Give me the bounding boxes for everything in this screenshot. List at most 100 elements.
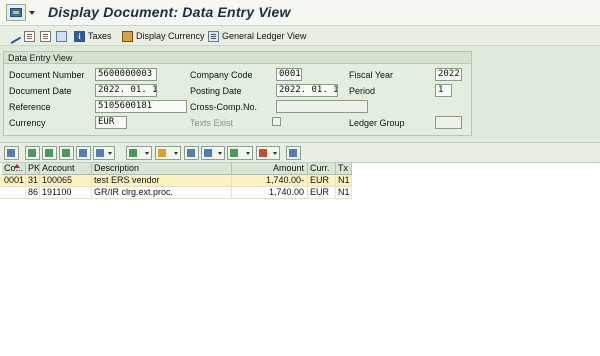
texts-exist-label: Texts Exist xyxy=(190,118,234,128)
first-page-icon xyxy=(28,149,36,157)
period-field[interactable]: 1 xyxy=(435,84,452,97)
sum-button[interactable] xyxy=(126,146,152,160)
document-date-field[interactable]: 2022. 01. 13 xyxy=(95,84,157,97)
layout-button[interactable] xyxy=(256,146,280,160)
cross-comp-no-field[interactable] xyxy=(276,100,368,113)
cell-currency: EUR xyxy=(308,187,336,199)
group-title: Data Entry View xyxy=(4,52,471,64)
cell-company-code: 0001 xyxy=(4,175,26,187)
copy-icon xyxy=(40,30,51,42)
previous-button[interactable] xyxy=(42,146,57,160)
cell-company-code xyxy=(2,187,26,199)
chevron-down-icon xyxy=(218,152,222,155)
data-entry-view-group: Data Entry View Document Number 56000000… xyxy=(3,51,472,136)
column-header-tax[interactable]: Tx xyxy=(336,163,352,175)
grid-toolbar xyxy=(0,143,600,163)
reference-field[interactable]: 5105600181 xyxy=(95,100,187,113)
column-header-amount[interactable]: Amount xyxy=(232,163,308,175)
first-page-button[interactable] xyxy=(25,146,40,160)
general-ledger-view-button[interactable]: General Ledger View xyxy=(208,29,306,43)
line-items-area: Co... PK Account Description Amount Curr… xyxy=(0,142,600,356)
cell-pk: 86 xyxy=(28,187,40,199)
texts-exist-checkbox xyxy=(272,117,281,126)
chevron-down-icon xyxy=(273,152,277,155)
layout-icon xyxy=(259,149,267,157)
subtotal-icon xyxy=(158,149,166,157)
display-currency-label: Display Currency xyxy=(136,31,205,41)
document-icon xyxy=(24,30,35,42)
taxes-button[interactable]: i Taxes xyxy=(74,29,112,43)
sum-icon xyxy=(129,149,137,157)
magnifier-icon xyxy=(7,149,15,157)
information-button[interactable] xyxy=(286,146,301,160)
print-icon xyxy=(56,30,67,42)
reference-label: Reference xyxy=(9,102,51,112)
currency-label: Currency xyxy=(9,118,46,128)
find-button[interactable] xyxy=(76,146,91,160)
column-marker-icon xyxy=(14,164,20,168)
cell-amount: 1,740.00 xyxy=(232,187,308,199)
cell-currency: EUR xyxy=(308,175,336,187)
print-icon xyxy=(187,149,195,157)
cell-description: GR/IR clrg.ext.proc. xyxy=(92,187,232,199)
fiscal-year-label: Fiscal Year xyxy=(349,70,394,80)
application-toolbar: i Taxes Display Currency General Ledger … xyxy=(0,26,600,46)
company-code-field[interactable]: 0001 xyxy=(276,68,302,81)
print-list-button[interactable] xyxy=(184,146,199,160)
table-row[interactable]: 86 191100 GR/IR clrg.ext.proc. 1,740.00 … xyxy=(0,187,352,199)
sap-menu-icon xyxy=(10,8,22,17)
general-ledger-view-label: General Ledger View xyxy=(222,31,307,41)
currency-icon xyxy=(122,30,133,42)
filter-icon xyxy=(96,149,104,157)
fiscal-year-field[interactable]: 2022 xyxy=(435,68,462,81)
ledger-group-label: Ledger Group xyxy=(349,118,405,128)
glasses-icon xyxy=(5,28,22,44)
posting-date-label: Posting Date xyxy=(190,86,242,96)
period-label: Period xyxy=(349,86,376,96)
info-icon xyxy=(289,149,297,157)
title-bar: Display Document: Data Entry View xyxy=(0,0,600,26)
cell-account: 191100 xyxy=(40,187,92,199)
posting-date-field[interactable]: 2022. 01. 13 xyxy=(276,84,338,97)
chevron-down-icon xyxy=(174,152,178,155)
column-header-pk[interactable]: PK xyxy=(26,163,40,175)
subtotal-button[interactable] xyxy=(155,146,181,160)
details-button[interactable] xyxy=(4,146,19,160)
chevron-down-icon xyxy=(145,152,149,155)
column-header-description[interactable]: Description xyxy=(92,163,232,175)
currency-field[interactable]: EUR xyxy=(95,116,127,129)
sort-descending-icon xyxy=(62,149,70,157)
chevron-down-icon xyxy=(29,11,35,15)
column-header-currency[interactable]: Curr. xyxy=(308,163,336,175)
next-button[interactable] xyxy=(59,146,74,160)
company-code-label: Company Code xyxy=(190,70,253,80)
chevron-down-icon xyxy=(108,152,112,155)
cell-account: 100065 xyxy=(40,175,92,187)
cell-description: test ERS vendor xyxy=(92,175,232,187)
other-document-button[interactable] xyxy=(24,29,35,43)
display-change-button[interactable] xyxy=(5,28,22,44)
taxes-label: Taxes xyxy=(88,31,112,41)
views-icon xyxy=(204,149,212,157)
find-icon xyxy=(79,149,87,157)
filter-button[interactable] xyxy=(93,146,115,160)
cross-comp-no-label: Cross-Comp.No. xyxy=(190,102,258,112)
ledger-group-field[interactable] xyxy=(435,116,462,129)
chevron-down-icon xyxy=(246,152,250,155)
print-button[interactable] xyxy=(56,29,67,43)
cell-pk: 31 xyxy=(28,175,40,187)
system-menu-button[interactable] xyxy=(6,4,35,21)
copy-button[interactable] xyxy=(40,29,51,43)
export-icon xyxy=(230,149,238,157)
display-currency-button[interactable]: Display Currency xyxy=(122,29,205,43)
cell-amount: 1,740.00- xyxy=(232,175,308,187)
info-icon: i xyxy=(74,30,85,42)
document-date-label: Document Date xyxy=(9,86,72,96)
table-row[interactable]: 0001 31 100065 test ERS vendor 1,740.00-… xyxy=(0,175,352,187)
export-button[interactable] xyxy=(227,146,253,160)
sort-ascending-icon xyxy=(45,149,53,157)
views-button[interactable] xyxy=(201,146,225,160)
document-number-field[interactable]: 5600000003 xyxy=(95,68,157,81)
column-header-account[interactable]: Account xyxy=(40,163,92,175)
page-title: Display Document: Data Entry View xyxy=(48,4,291,20)
